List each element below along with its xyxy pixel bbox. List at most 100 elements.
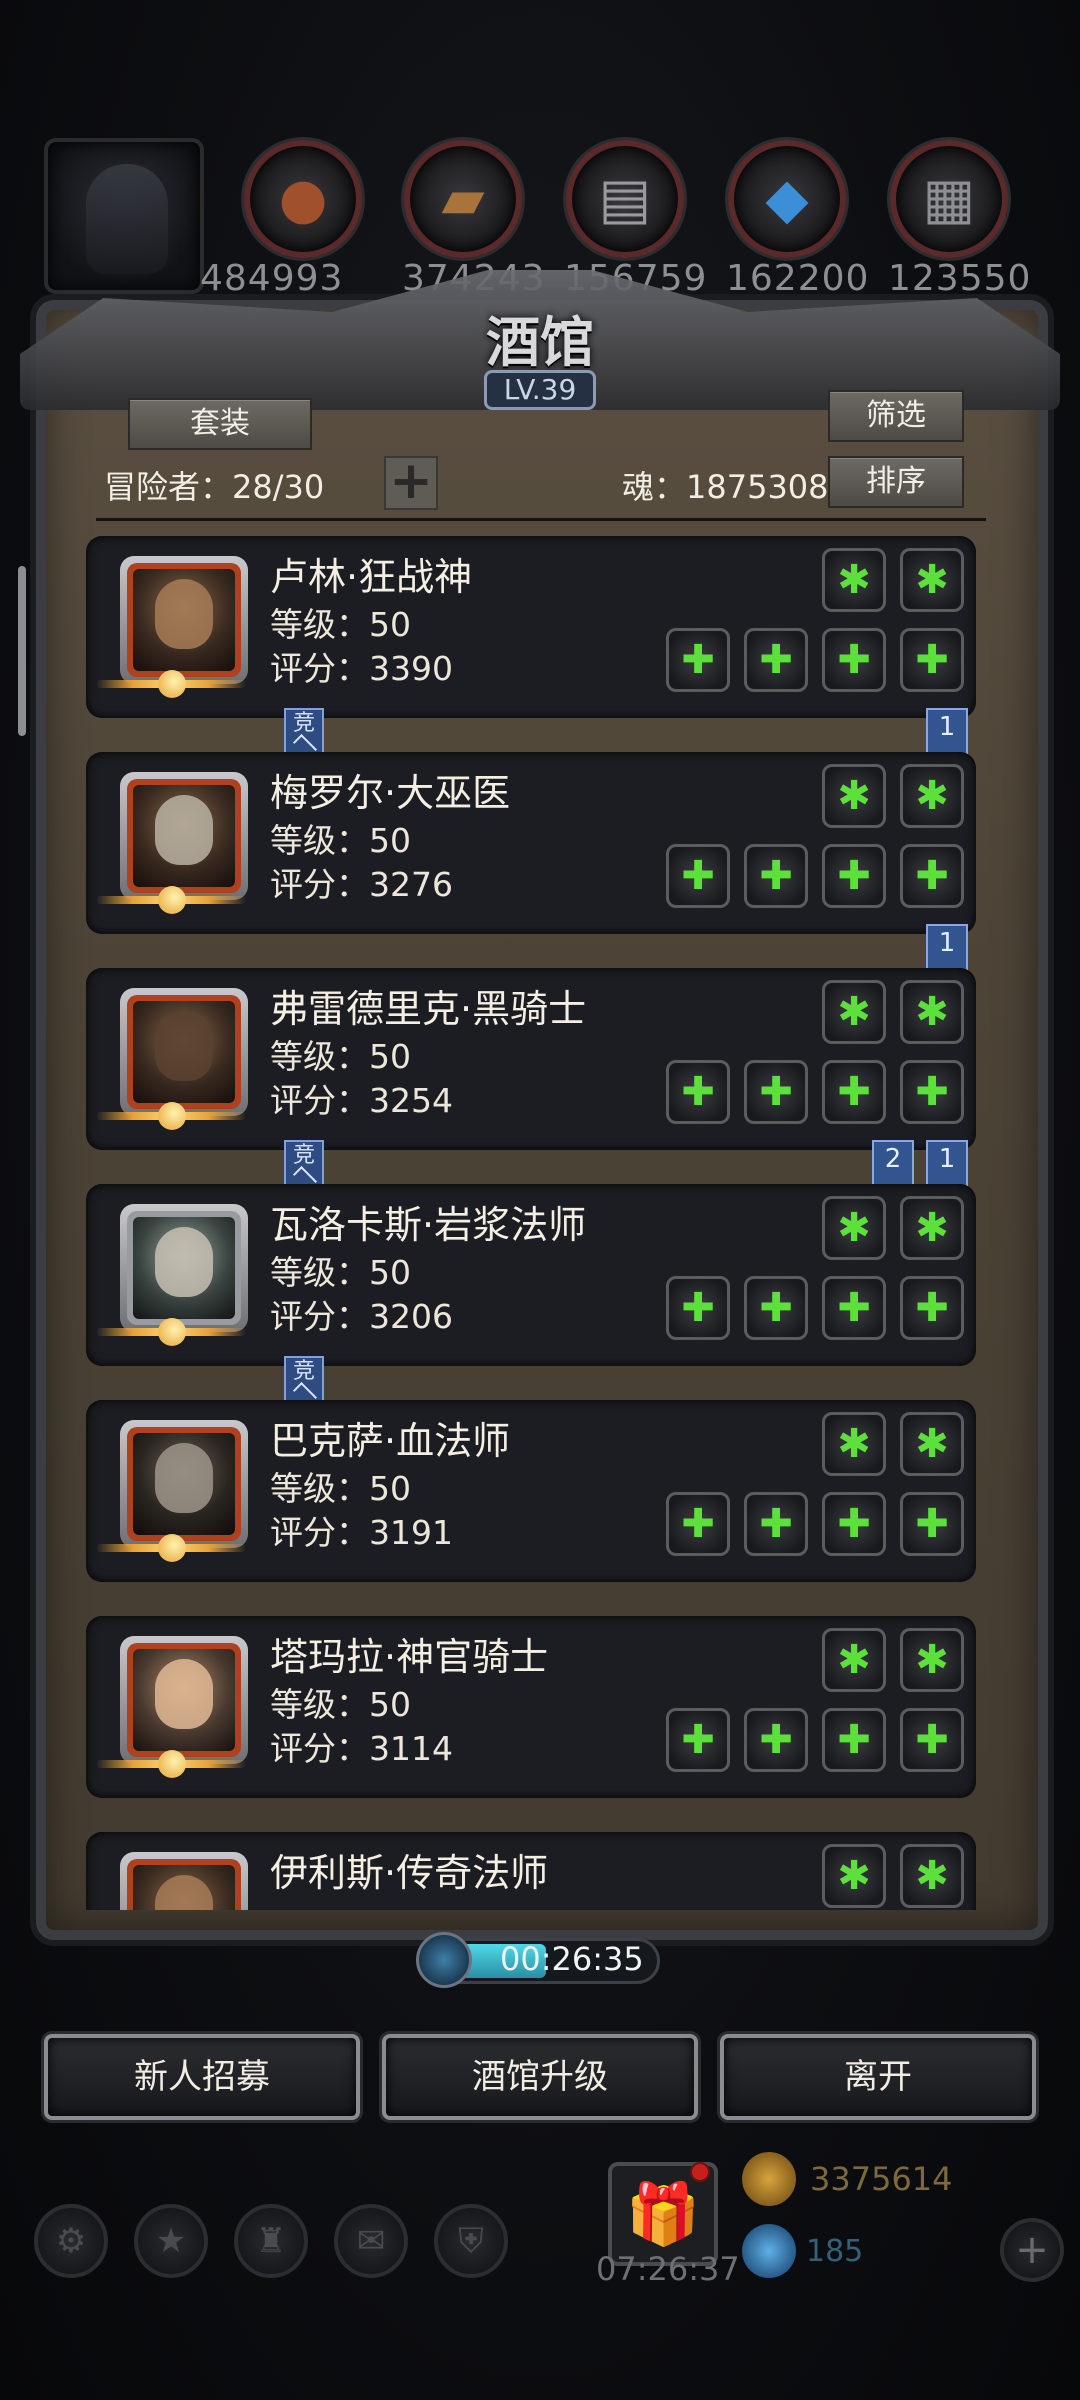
chest-slot-icon[interactable]: ✚ bbox=[744, 1492, 808, 1556]
gem-amount: 185 bbox=[806, 2234, 864, 2269]
weapon-slot-icon[interactable]: ✚ bbox=[666, 1708, 730, 1772]
hero-level: 等级：50 bbox=[270, 605, 411, 644]
armor-slot-icon[interactable]: ✱ bbox=[900, 1844, 964, 1908]
armor-slot-icon[interactable]: ✱ bbox=[900, 764, 964, 828]
hero-name: 弗雷德里克·黑骑士 bbox=[270, 987, 587, 1031]
upgrade-tavern-button[interactable]: 酒馆升级 bbox=[382, 2034, 698, 2120]
star-moon-icon bbox=[96, 1102, 246, 1130]
weapon-slot-icon[interactable]: ✚ bbox=[666, 1276, 730, 1340]
castle-icon[interactable]: ♜ bbox=[234, 2204, 308, 2278]
add-currency-button[interactable]: + bbox=[1000, 2218, 1064, 2282]
hero-level: 等级：50 bbox=[270, 1037, 411, 1076]
ring-slot-icon[interactable]: ✚ bbox=[900, 1708, 964, 1772]
chest-slot-icon[interactable]: ✚ bbox=[744, 844, 808, 908]
arena-badge: 竞 bbox=[284, 708, 324, 754]
hero-card[interactable]: 瓦洛卡斯·岩浆法师 等级：50 评分：3206 ✱ ✱ ✚ ✚ ✚ ✚ bbox=[86, 1184, 976, 1366]
recruit-button[interactable]: 新人招募 bbox=[44, 2034, 360, 2120]
hero-card[interactable]: 塔玛拉·神官骑士 等级：50 评分：3114 ✱ ✱ ✚ ✚ ✚ ✚ bbox=[86, 1616, 976, 1798]
hero-level: 等级：50 bbox=[270, 1253, 411, 1292]
armor-slot-icon[interactable]: ✱ bbox=[822, 548, 886, 612]
chest-slot-icon[interactable]: ✚ bbox=[744, 1276, 808, 1340]
gold-icon bbox=[742, 2152, 796, 2206]
hero-card[interactable]: 弗雷德里克·黑骑士 等级：50 评分：3254 ✱ ✱ ✚ ✚ ✚ ✚ bbox=[86, 968, 976, 1150]
star-moon-icon bbox=[96, 1318, 246, 1346]
hero-card[interactable]: 巴克萨·血法师 等级：50 评分：3191 ✱ ✱ ✚ ✚ ✚ ✚ bbox=[86, 1400, 976, 1582]
hero-level: 等级：50 bbox=[270, 1685, 411, 1724]
hero-score: 评分：3276 bbox=[270, 865, 453, 904]
filter-button[interactable]: 筛选 bbox=[828, 390, 964, 442]
hero-card[interactable]: 梅罗尔·大巫医 等级：50 评分：3276 ✱ ✱ ✚ ✚ ✚ ✚ bbox=[86, 752, 976, 934]
iron-value: 123550 bbox=[888, 258, 1032, 299]
suit-button[interactable]: 套装 bbox=[128, 398, 312, 450]
chest-slot-icon[interactable]: ✚ bbox=[744, 1060, 808, 1124]
add-slot-button[interactable]: + bbox=[384, 455, 438, 510]
ring-slot-icon[interactable]: ✚ bbox=[900, 1060, 964, 1124]
hero-avatar bbox=[120, 1204, 248, 1332]
crystal-value: 162200 bbox=[726, 258, 870, 299]
plus-icon: + bbox=[1015, 2227, 1049, 2273]
ring-slot-icon[interactable]: ✚ bbox=[900, 628, 964, 692]
armor-slot-icon[interactable]: ✱ bbox=[822, 980, 886, 1044]
weapon-slot-icon[interactable]: ✚ bbox=[666, 1492, 730, 1556]
weapon-slot-icon[interactable]: ✚ bbox=[666, 1060, 730, 1124]
ring-slot-icon[interactable]: ✚ bbox=[900, 844, 964, 908]
star-icon[interactable]: ★ bbox=[134, 2204, 208, 2278]
mail-icon[interactable]: ✉ bbox=[334, 2204, 408, 2278]
chest-slot-icon[interactable]: ✚ bbox=[744, 1708, 808, 1772]
ring-slot-icon[interactable]: ✚ bbox=[822, 844, 886, 908]
hero-card[interactable]: 卢林·狂战神 等级：50 评分：3390 ✱ ✱ ✚ ✚ ✚ ✚ bbox=[86, 536, 976, 718]
armor-slot-icon[interactable]: ✱ bbox=[822, 764, 886, 828]
ring-slot-icon[interactable]: ✚ bbox=[822, 628, 886, 692]
armor-slot-icon[interactable]: ✱ bbox=[900, 548, 964, 612]
ring-slot-icon[interactable]: ✚ bbox=[900, 1276, 964, 1340]
hero-card[interactable]: 伊利斯·传奇法师 ✱ ✱ bbox=[86, 1832, 976, 1910]
gift-timer: 07:26:37 bbox=[596, 2250, 740, 2288]
divider bbox=[96, 518, 986, 521]
arena-badge: 竞 bbox=[284, 1356, 324, 1402]
crystal-icon[interactable]: ◆ bbox=[728, 140, 846, 258]
clock-icon bbox=[416, 1932, 472, 1988]
wood-icon[interactable]: ▰ bbox=[404, 140, 522, 258]
gem-icon bbox=[742, 2224, 796, 2278]
iron-icon[interactable]: ▦ bbox=[890, 140, 1008, 258]
armor-slot-icon[interactable]: ✱ bbox=[822, 1844, 886, 1908]
hero-score: 评分：3390 bbox=[270, 649, 453, 688]
hero-level: 等级：50 bbox=[270, 821, 411, 860]
ring-slot-icon[interactable]: ✚ bbox=[900, 1492, 964, 1556]
sort-button[interactable]: 排序 bbox=[828, 456, 964, 508]
ring-slot-icon[interactable]: ✚ bbox=[822, 1060, 886, 1124]
weapon-slot-icon[interactable]: ✚ bbox=[666, 628, 730, 692]
weapon-slot-icon[interactable]: ✚ bbox=[666, 844, 730, 908]
armor-slot-icon[interactable]: ✱ bbox=[900, 1628, 964, 1692]
page-title: 酒馆 bbox=[486, 310, 594, 374]
ring-slot-icon[interactable]: ✚ bbox=[822, 1492, 886, 1556]
shield-icon[interactable]: ⛨ bbox=[434, 2204, 508, 2278]
armor-slot-icon[interactable]: ✱ bbox=[900, 1412, 964, 1476]
hero-name: 伊利斯·传奇法师 bbox=[270, 1851, 549, 1895]
armor-slot-icon[interactable]: ✱ bbox=[900, 980, 964, 1044]
refresh-timer: 00:26:35 bbox=[500, 1940, 644, 1978]
notification-dot bbox=[690, 2162, 710, 2182]
hero-name: 巴克萨·血法师 bbox=[270, 1419, 511, 1463]
ring-slot-icon[interactable]: ✚ bbox=[822, 1276, 886, 1340]
scrollbar[interactable] bbox=[18, 566, 26, 736]
armor-slot-icon[interactable]: ✱ bbox=[822, 1196, 886, 1260]
stone-icon[interactable]: ▤ bbox=[566, 140, 684, 258]
leave-button[interactable]: 离开 bbox=[720, 2034, 1036, 2120]
hero-avatar bbox=[120, 988, 248, 1116]
settings-icon[interactable]: ⚙ bbox=[34, 2204, 108, 2278]
armor-slot-icon[interactable]: ✱ bbox=[900, 1196, 964, 1260]
hero-list[interactable]: 卢林·狂战神 等级：50 评分：3390 ✱ ✱ ✚ ✚ ✚ ✚ 竞 1 梅罗尔… bbox=[86, 536, 976, 1910]
hero-name: 卢林·狂战神 bbox=[270, 555, 473, 599]
star-moon-icon bbox=[96, 1750, 246, 1778]
ring-slot-icon[interactable]: ✚ bbox=[822, 1708, 886, 1772]
tavern-level-badge: LV.39 bbox=[484, 370, 596, 410]
chest-slot-icon[interactable]: ✚ bbox=[744, 628, 808, 692]
star-moon-icon bbox=[96, 1534, 246, 1562]
gold-amount: 3375614 bbox=[810, 2160, 953, 2198]
meat-icon[interactable]: ● bbox=[244, 140, 362, 258]
player-avatar[interactable] bbox=[44, 138, 204, 294]
hero-score: 评分：3206 bbox=[270, 1297, 453, 1336]
armor-slot-icon[interactable]: ✱ bbox=[822, 1628, 886, 1692]
armor-slot-icon[interactable]: ✱ bbox=[822, 1412, 886, 1476]
